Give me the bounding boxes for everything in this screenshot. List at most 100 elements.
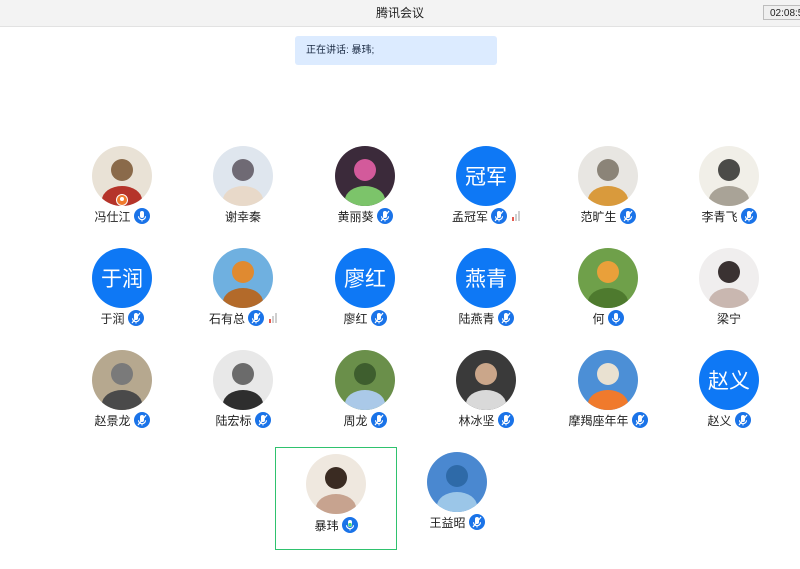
speaking-indicator: 正在讲话: 暴玮; <box>295 36 497 65</box>
participant-name-row: 摩羯座年年 <box>547 411 669 429</box>
signal-bar <box>512 217 514 221</box>
participant-avatar: 赵义 <box>699 350 759 410</box>
signal-bar <box>515 214 517 221</box>
participant-name: 石有总 <box>208 311 245 326</box>
mic-muted-icon <box>370 412 387 428</box>
participant-name-row: 陆燕青 <box>425 309 547 327</box>
participant-avatar <box>578 248 638 308</box>
mic-icon <box>133 208 150 224</box>
participant-avatar <box>699 146 759 206</box>
participant-avatar <box>92 350 152 410</box>
participant-name: 冯仕江 <box>94 209 131 224</box>
participant-name: 摩羯座年年 <box>568 413 629 428</box>
participant-name: 谢幸秦 <box>224 209 261 224</box>
participant-avatar <box>213 350 273 410</box>
participant-tile[interactable]: 黄丽葵 <box>304 143 426 246</box>
participant-tile[interactable]: 王益昭 <box>396 449 518 552</box>
signal-bar <box>518 211 520 221</box>
participant-name: 黄丽葵 <box>337 209 374 224</box>
participant-name: 暴玮 <box>314 518 339 533</box>
participant-name: 于润 <box>100 311 125 326</box>
mic-muted-icon <box>497 310 514 326</box>
participant-name: 王益昭 <box>429 515 466 530</box>
participant-tile[interactable]: 赵景龙 <box>61 347 183 450</box>
participant-name-row: 何 <box>547 309 669 327</box>
participant-tile[interactable]: 摩羯座年年 <box>547 347 669 450</box>
participant-name: 陆宏标 <box>215 413 252 428</box>
participant-avatar: 冠军 <box>456 146 516 206</box>
participant-name-row: 冯仕江 <box>61 207 183 225</box>
participant-avatar <box>456 350 516 410</box>
participant-name: 周龙 <box>343 413 368 428</box>
mic-muted-icon <box>619 208 636 224</box>
participant-name: 林冰坚 <box>458 413 495 428</box>
participant-name-row: 陆宏标 <box>182 411 304 429</box>
participant-name-row: 于润 <box>61 309 183 327</box>
participant-tile[interactable]: 何 <box>547 245 669 348</box>
signal-bar <box>275 313 277 323</box>
participant-name: 李青飞 <box>701 209 738 224</box>
participant-avatar <box>335 350 395 410</box>
title-bar: 腾讯会议 02:08:5 <box>0 0 800 27</box>
participant-avatar <box>213 248 273 308</box>
mic-muted-icon <box>254 412 271 428</box>
participant-avatar <box>578 350 638 410</box>
participant-name-row: 廖红 <box>304 309 426 327</box>
participant-tile[interactable]: 冠军孟冠军 <box>425 143 547 246</box>
participant-avatar <box>335 146 395 206</box>
host-icon <box>116 194 128 206</box>
participant-tile[interactable]: 周龙 <box>304 347 426 450</box>
participant-name-row: 周龙 <box>304 411 426 429</box>
participant-name: 赵景龙 <box>94 413 131 428</box>
participant-tile[interactable]: 梁宁 <box>668 245 790 348</box>
participant-avatar <box>699 248 759 308</box>
participant-name-row: 王益昭 <box>396 513 518 531</box>
participant-avatar <box>213 146 273 206</box>
participant-name-row: 谢幸秦 <box>182 207 304 225</box>
participant-tile[interactable]: 李青飞 <box>668 143 790 246</box>
meeting-clock: 02:08:5 <box>763 5 800 20</box>
participant-avatar: 廖红 <box>335 248 395 308</box>
participant-name: 范旷生 <box>580 209 617 224</box>
participant-tile[interactable]: 范旷生 <box>547 143 669 246</box>
mic-muted-icon <box>468 514 485 530</box>
mic-muted-icon <box>740 208 757 224</box>
participant-name-row: 孟冠军 <box>425 207 547 225</box>
participant-name-row: 范旷生 <box>547 207 669 225</box>
participant-tile[interactable]: 赵义 赵义 <box>668 347 790 450</box>
mic-muted-icon <box>376 208 393 224</box>
participant-tile[interactable]: 谢幸秦 <box>182 143 304 246</box>
mic-icon <box>341 517 358 533</box>
participant-tile[interactable]: 廖红 廖红 <box>304 245 426 348</box>
participant-name-row: 赵义 <box>668 411 790 429</box>
participant-tile[interactable]: 林冰坚 <box>425 347 547 450</box>
participant-avatar <box>578 146 638 206</box>
mic-muted-icon <box>370 310 387 326</box>
mic-muted-icon <box>248 310 264 326</box>
window-title: 腾讯会议 <box>375 6 424 20</box>
participant-name-row: 梁宁 <box>668 309 790 327</box>
participant-avatar: 于润 <box>92 248 152 308</box>
participant-name: 廖红 <box>343 311 368 326</box>
participant-avatar <box>306 454 366 514</box>
signal-bar <box>272 316 274 323</box>
participant-avatar: 燕青 <box>456 248 516 308</box>
participant-name: 梁宁 <box>716 311 741 326</box>
signal-strength-icon <box>269 313 277 323</box>
participant-name-row: 李青飞 <box>668 207 790 225</box>
signal-strength-icon <box>512 211 520 221</box>
participant-tile[interactable]: 暴玮 <box>275 447 397 550</box>
participant-name-row: 石有总 <box>182 309 304 327</box>
participant-name-row: 黄丽葵 <box>304 207 426 225</box>
participant-tile[interactable]: 陆宏标 <box>182 347 304 450</box>
participant-tile[interactable]: 燕青 陆燕青 <box>425 245 547 348</box>
participant-tile[interactable]: 石有总 <box>182 245 304 348</box>
participant-name-row: 赵景龙 <box>61 411 183 429</box>
participant-name: 孟冠军 <box>451 209 488 224</box>
participant-tile[interactable]: 于润 于润 <box>61 245 183 348</box>
participant-tile[interactable]: 冯仕江 <box>61 143 183 246</box>
participant-name: 赵义 <box>707 413 732 428</box>
mic-icon <box>607 310 624 326</box>
participant-name-row: 林冰坚 <box>425 411 547 429</box>
participant-name: 何 <box>592 311 605 326</box>
